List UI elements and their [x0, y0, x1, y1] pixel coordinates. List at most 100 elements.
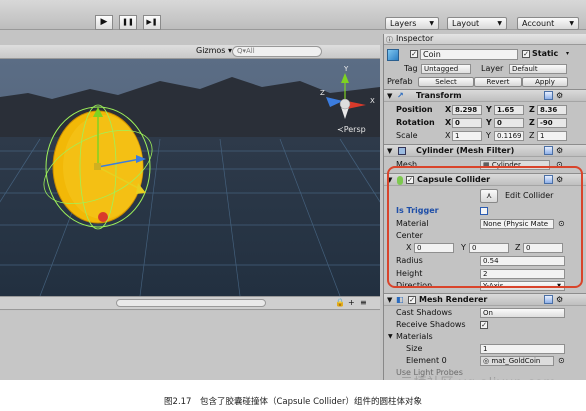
- menu-icon[interactable]: ≡: [360, 298, 367, 307]
- static-checkbox[interactable]: ✓: [522, 50, 530, 58]
- step-icon: ▶❚: [146, 18, 158, 26]
- transform-icon: ↗: [397, 91, 404, 100]
- scale-label: Scale: [396, 131, 418, 140]
- transform-header[interactable]: ▼ ↗ Transform ⚙: [384, 89, 586, 102]
- receive-shadows-row: Receive Shadows ✓: [384, 319, 586, 331]
- cast-shadows-dropdown[interactable]: On: [480, 308, 565, 318]
- size-label: Size: [406, 344, 423, 353]
- layers-label: Layers: [390, 19, 417, 28]
- position-y-field[interactable]: 1.65: [494, 105, 524, 115]
- axis-y-label: Y: [486, 131, 491, 140]
- object-picker-icon[interactable]: ⊙: [558, 355, 565, 367]
- inspector-tab-bar: ⓘ Inspector: [384, 34, 586, 45]
- position-x-field[interactable]: 8.298: [452, 105, 482, 115]
- scale-z-field[interactable]: 1: [537, 131, 567, 141]
- scene-search-input[interactable]: Q▾All: [232, 46, 322, 57]
- y-axis-label: Y: [343, 65, 349, 73]
- position-row: Position X 8.298 Y 1.65 Z 8.36: [384, 104, 586, 116]
- foldout-arrow-icon[interactable]: ▼: [388, 331, 393, 343]
- help-icon[interactable]: [544, 91, 553, 100]
- gizmos-dropdown[interactable]: Gizmos ▾: [196, 46, 232, 55]
- object-name-field[interactable]: Coin: [420, 49, 518, 60]
- prefab-apply-button[interactable]: Apply: [522, 77, 568, 87]
- element0-label: Element 0: [406, 356, 447, 365]
- static-label: Static: [532, 49, 559, 58]
- axis-x-label: X: [445, 131, 451, 140]
- add-icon[interactable]: +: [348, 298, 355, 307]
- receive-shadows-label: Receive Shadows: [396, 320, 466, 329]
- main-toolbar: ▶ ❚❚ ▶❚ Layers ▼ Layout ▼ Account ▼: [0, 0, 586, 30]
- axis-z-label: Z: [529, 105, 535, 114]
- project-panel: [0, 311, 380, 380]
- materials-label: Materials: [396, 332, 433, 341]
- scrollbar-thumb[interactable]: [116, 299, 266, 307]
- z-axis-label: Z: [320, 89, 325, 97]
- layers-dropdown[interactable]: Layers ▼: [385, 17, 439, 30]
- mesh-filter-title: Cylinder (Mesh Filter): [416, 146, 515, 155]
- scale-x-field[interactable]: 1: [452, 131, 482, 141]
- step-button[interactable]: ▶❚: [143, 15, 161, 30]
- receive-shadows-checkbox[interactable]: ✓: [480, 321, 488, 329]
- chevron-down-icon[interactable]: ▾: [566, 48, 569, 60]
- mesh-renderer-title: Mesh Renderer: [419, 295, 488, 304]
- mesh-renderer-header[interactable]: ▼ ◧ ✓ Mesh Renderer ⚙: [384, 293, 586, 306]
- mesh-renderer-enabled-checkbox[interactable]: ✓: [408, 296, 416, 304]
- help-icon[interactable]: [544, 295, 553, 304]
- chevron-down-icon: ▼: [429, 20, 434, 27]
- layer-dropdown[interactable]: Default: [509, 64, 567, 74]
- rotation-y-field[interactable]: 0: [494, 118, 524, 128]
- persp-label[interactable]: ≺Persp: [337, 125, 366, 134]
- layout-dropdown[interactable]: Layout ▼: [447, 17, 507, 30]
- gear-icon[interactable]: ⚙: [556, 145, 563, 157]
- mesh-renderer-icon: ◧: [396, 295, 404, 304]
- scale-y-field[interactable]: 0.1169: [494, 131, 524, 141]
- scene-render: Y X Z ≺Persp: [0, 59, 380, 296]
- position-z-field[interactable]: 8.36: [537, 105, 567, 115]
- inspector-tab-icon: ⓘ: [386, 36, 393, 44]
- prefab-revert-button[interactable]: Revert: [474, 77, 522, 87]
- mesh-filter-icon: [398, 147, 406, 155]
- tag-label: Tag: [404, 64, 418, 73]
- foldout-arrow-icon[interactable]: ▼: [387, 294, 392, 306]
- gear-icon[interactable]: ⚙: [556, 90, 563, 102]
- rotation-x-field[interactable]: 0: [452, 118, 482, 128]
- play-button[interactable]: ▶: [95, 15, 113, 30]
- scene-viewport[interactable]: Y X Z ≺Persp: [0, 59, 380, 296]
- foldout-arrow-icon[interactable]: ▼: [387, 90, 392, 102]
- transform-title: Transform: [416, 91, 462, 100]
- axis-x-label: X: [445, 118, 452, 127]
- pause-icon: ❚❚: [122, 18, 134, 26]
- pause-button[interactable]: ❚❚: [119, 15, 137, 30]
- materials-row: ▼ Materials: [384, 331, 586, 343]
- axis-y-label: Y: [486, 118, 492, 127]
- tag-dropdown[interactable]: Untagged: [421, 64, 471, 74]
- active-checkbox[interactable]: ✓: [410, 50, 418, 58]
- axis-y-label: Y: [486, 105, 492, 114]
- gameobject-icon: [387, 49, 399, 61]
- chevron-down-icon: ▼: [569, 20, 574, 27]
- lock-icon[interactable]: 🔒: [335, 298, 345, 307]
- rotation-label: Rotation: [396, 118, 435, 127]
- scale-row: Scale X 1 Y 0.1169 Z 1: [384, 130, 586, 142]
- foldout-arrow-icon[interactable]: ▼: [387, 145, 392, 157]
- x-axis-label: X: [370, 97, 375, 105]
- scene-horizontal-scrollbar[interactable]: 🔒 + ≡: [0, 296, 380, 310]
- inspector-tab[interactable]: Inspector: [396, 34, 433, 45]
- account-dropdown[interactable]: Account ▼: [517, 17, 579, 30]
- size-row: Size 1: [384, 343, 586, 355]
- mesh-filter-header[interactable]: ▼ Cylinder (Mesh Filter) ⚙: [384, 144, 586, 157]
- capsule-collider-highlight: [387, 166, 583, 288]
- rotation-row: Rotation X 0 Y 0 Z -90: [384, 117, 586, 129]
- rotation-z-field[interactable]: -90: [537, 118, 567, 128]
- size-field[interactable]: 1: [480, 344, 565, 354]
- prefab-label: Prefab: [387, 77, 413, 86]
- element0-field[interactable]: ◎ mat_GoldCoin: [480, 356, 554, 366]
- gear-icon[interactable]: ⚙: [556, 294, 563, 306]
- tag-layer-row: Tag Untagged Layer Default: [384, 63, 586, 75]
- figure-caption: 图2.17 包含了胶囊碰撞体（Capsule Collider）组件的圆柱体对象: [164, 397, 422, 407]
- layout-label: Layout: [452, 19, 480, 28]
- prefab-select-button[interactable]: Select: [418, 77, 474, 87]
- help-icon[interactable]: [544, 146, 553, 155]
- scene-toolbar: Gizmos ▾ Q▾All: [0, 45, 380, 59]
- cast-shadows-label: Cast Shadows: [396, 308, 453, 317]
